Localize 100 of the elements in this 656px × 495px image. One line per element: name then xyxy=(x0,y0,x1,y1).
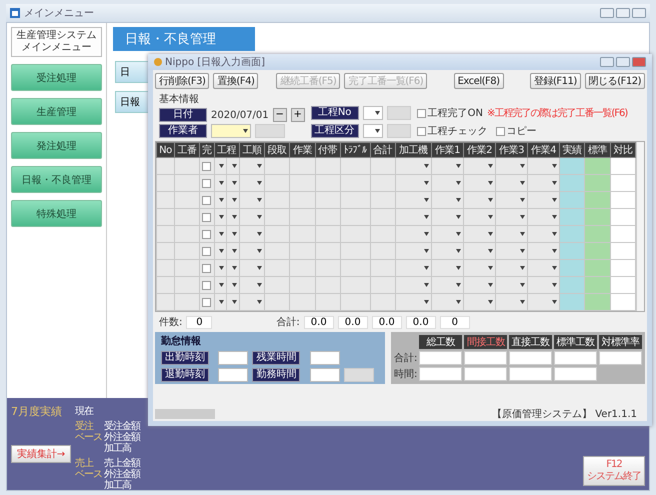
dropdown-caret-icon xyxy=(488,164,494,168)
checkbox[interactable] xyxy=(202,298,212,306)
count-value: 0 xyxy=(186,316,212,328)
table-cell xyxy=(315,242,340,260)
column-header: 間接工数 xyxy=(464,335,508,349)
input-field[interactable] xyxy=(386,124,411,138)
input-field[interactable] xyxy=(344,368,374,382)
dropdown-caret-icon xyxy=(520,283,526,287)
input-field[interactable] xyxy=(218,368,248,382)
checkbox[interactable] xyxy=(202,230,212,238)
field-label: 退勤時刻 xyxy=(161,368,209,382)
dropdown-caret-icon xyxy=(456,283,462,287)
column-header: 直接工数 xyxy=(509,335,552,349)
input-field[interactable] xyxy=(599,351,642,365)
scrollbar[interactable] xyxy=(155,408,215,418)
dropdown-caret-icon xyxy=(520,249,526,253)
dropdown-caret-icon xyxy=(488,249,494,253)
checkbox[interactable] xyxy=(202,246,212,256)
input-field[interactable] xyxy=(509,367,552,381)
checkbox[interactable]: 工程完了ON xyxy=(416,106,483,120)
menu-button[interactable]: 特殊処理 xyxy=(11,200,102,227)
checkbox[interactable]: コピー xyxy=(496,124,537,138)
field-label: 勤務時間 xyxy=(252,368,300,382)
group-label: 受注 ベース xyxy=(75,421,102,443)
input-field[interactable] xyxy=(310,351,340,365)
toolbar-button[interactable]: 登録(F11) xyxy=(530,73,581,89)
scrollbar[interactable] xyxy=(636,142,644,311)
count-label: 件数: xyxy=(159,316,182,329)
dropdown-field[interactable] xyxy=(211,124,251,138)
sum-value: 0.0 xyxy=(338,316,368,328)
menu-button[interactable]: 生産管理 xyxy=(11,98,102,125)
column-header: 作業2 xyxy=(464,142,496,158)
sum-value: 0.0 xyxy=(372,316,402,328)
dropdown-field[interactable] xyxy=(362,124,383,138)
column-header: ﾄﾗﾌﾞﾙ xyxy=(340,142,370,158)
checkbox[interactable] xyxy=(202,162,212,170)
dropdown-caret-icon xyxy=(456,232,462,236)
exit-button[interactable]: F12 システム終了 xyxy=(583,456,645,486)
field-label: 工程No xyxy=(310,106,359,120)
table-cell xyxy=(290,226,316,242)
dropdown-caret-icon xyxy=(424,249,430,253)
amount-label: 加工高 xyxy=(104,480,132,491)
window-title: メインメニュー xyxy=(24,7,94,20)
table-cell xyxy=(156,260,174,276)
table-cell xyxy=(340,226,370,242)
column-header: 作業1 xyxy=(432,142,464,158)
dropdown-caret-icon xyxy=(488,283,494,287)
input-field[interactable] xyxy=(509,351,552,365)
amount-label: 受注金額 xyxy=(104,421,140,432)
section-heading: 基本情報 xyxy=(159,92,200,106)
column-header: No xyxy=(156,142,174,158)
toolbar-button[interactable]: Excel(F8) xyxy=(454,73,504,89)
input-field[interactable] xyxy=(255,124,285,138)
toolbar-button[interactable]: 閉じる(F12) xyxy=(584,73,645,89)
minus-button[interactable]: − xyxy=(272,108,287,122)
results-button[interactable]: 実績集計→ xyxy=(11,445,71,463)
sum-value: 0.0 xyxy=(406,316,436,328)
dropdown-caret-icon xyxy=(424,300,430,304)
dropdown-caret-icon xyxy=(520,215,526,219)
menu-button[interactable]: 受注処理 xyxy=(11,64,102,91)
column-header: 対標準率 xyxy=(599,335,642,349)
toolbar-button[interactable]: 行削除(F3) xyxy=(155,73,210,89)
table-cell xyxy=(340,208,370,226)
dropdown-caret-icon xyxy=(456,249,462,253)
input-field[interactable] xyxy=(310,368,340,382)
field-label: 作業者 xyxy=(159,124,207,138)
table-cell xyxy=(340,174,370,192)
menu-button[interactable]: 発注処理 xyxy=(11,132,102,159)
table-cell xyxy=(156,226,174,242)
input-field[interactable] xyxy=(554,351,598,365)
checkbox[interactable] xyxy=(202,212,212,222)
dropdown-caret-icon xyxy=(488,300,494,304)
dropdown-caret-icon xyxy=(552,215,558,219)
table-cell xyxy=(340,276,370,294)
plus-button[interactable]: + xyxy=(290,108,305,122)
input-field[interactable] xyxy=(218,351,248,365)
table-cell xyxy=(156,242,174,260)
input-field[interactable] xyxy=(419,351,462,365)
toolbar-button[interactable]: 置換(F4) xyxy=(213,73,258,89)
input-field[interactable] xyxy=(419,367,462,381)
checkbox[interactable]: 工程チェック xyxy=(416,124,488,138)
menu-button[interactable]: 日報・不良管理 xyxy=(11,166,102,193)
checkbox[interactable] xyxy=(202,280,212,290)
section-title: 日報・不良管理 xyxy=(113,27,255,51)
column-header: 工番 xyxy=(174,142,200,158)
dropdown-caret-icon xyxy=(488,215,494,219)
dropdown-caret-icon xyxy=(456,215,462,219)
dropdown-caret-icon xyxy=(257,198,262,202)
table-cell xyxy=(315,294,340,310)
dropdown-caret-icon xyxy=(552,249,558,253)
input-field[interactable] xyxy=(464,367,508,381)
checkbox[interactable] xyxy=(202,196,212,204)
amount-label: 外注金額 xyxy=(104,469,140,480)
checkbox[interactable] xyxy=(202,264,212,272)
checkbox[interactable] xyxy=(202,178,212,188)
dropdown-field[interactable] xyxy=(362,106,383,120)
input-field[interactable] xyxy=(554,367,598,381)
input-field[interactable] xyxy=(386,106,411,120)
dropdown-caret-icon xyxy=(520,300,526,304)
input-field[interactable] xyxy=(464,351,508,365)
